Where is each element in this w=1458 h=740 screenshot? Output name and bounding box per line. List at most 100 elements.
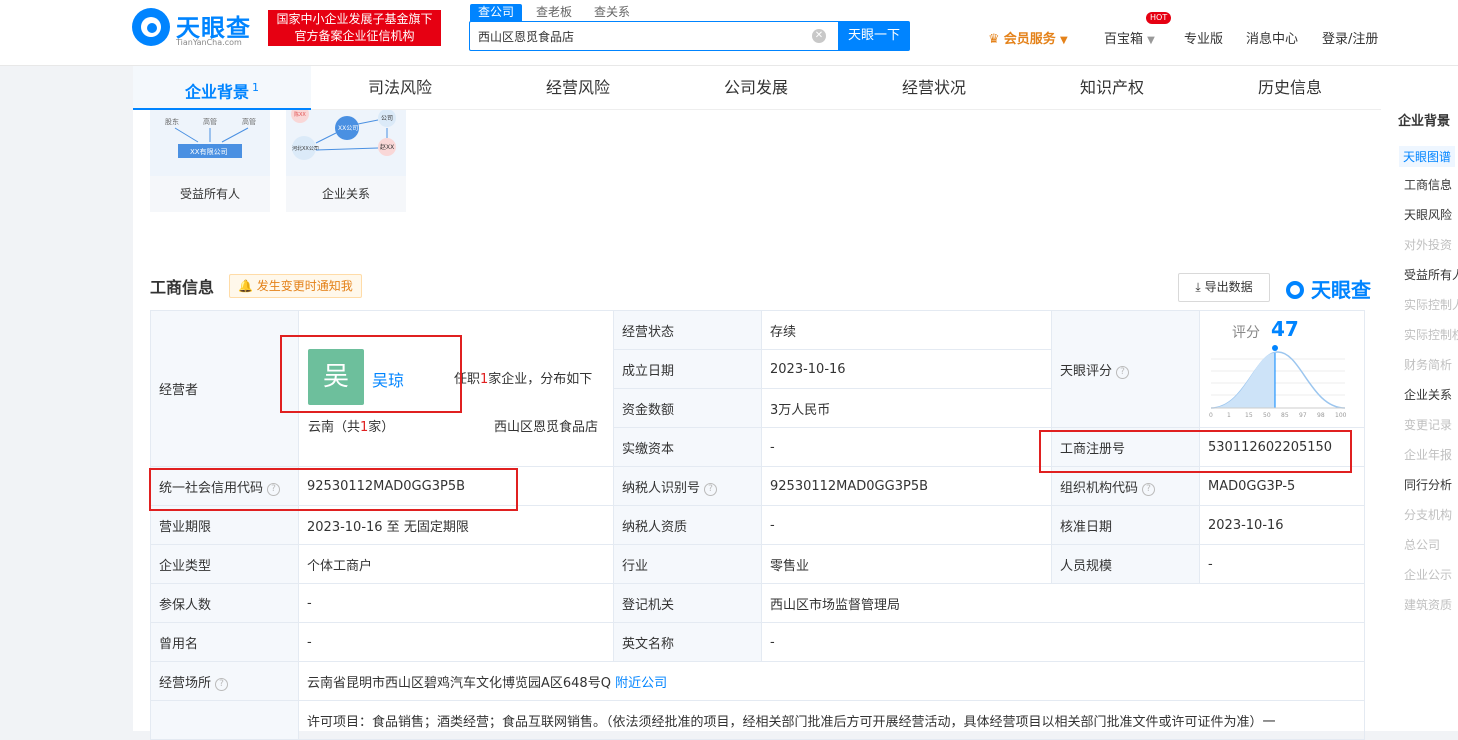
search-tab-boss[interactable]: 查老板 [528,4,580,21]
search-tab-relation[interactable]: 查关系 [586,4,638,21]
score-gauge: 评分 47 0 1 15 50 85 97 98 100 [1195,308,1349,422]
vip-label: 会员服务 [1003,32,1056,47]
search-type-tabs: 查公司 查老板 查关系 [470,4,644,22]
main-content: 企业背景 1 司法风险 经营风险 公司发展 经营状况 知识产权 历史信息 股东 高… [133,66,1381,740]
sidebar-item[interactable]: 财务简析 [1404,356,1452,373]
table-row: 曾用名 - 英文名称 - [150,622,1365,662]
taxqual-key: 纳税人资质 [613,505,762,545]
sidebar-item[interactable]: 分支机构 [1404,506,1452,523]
sidebar-item[interactable]: 对外投资 [1404,236,1452,253]
sidebar-item[interactable]: 总公司 [1404,536,1440,553]
sidebar-item[interactable]: 企业公示 [1404,566,1452,583]
table-row: 许可项目：食品销售；酒类经营；食品互联网销售。（依法须经批准的项目，经相关部门批… [150,700,1365,740]
tab-company-background[interactable]: 企业背景 1 [133,66,311,110]
diagram-text: XX有限公司 [190,147,228,156]
diagram-text: 赵XX [380,143,394,151]
section-tabs: 企业背景 1 司法风险 经营风险 公司发展 经营状况 知识产权 历史信息 [133,66,1381,110]
pro-link[interactable]: 专业版 [1184,28,1223,47]
logo[interactable]: 天眼查 TianYanCha.com [132,8,262,48]
type-value: 个体工商户 [298,544,614,584]
export-button[interactable]: ⤓ 导出数据 [1178,273,1270,302]
sidebar-item[interactable]: 实际控制权 [1404,326,1458,343]
highlight-regno [1039,430,1352,473]
score-key-label: 天眼评分 [1060,363,1113,379]
diagram-text: 公司 [381,115,393,122]
sidebar-item[interactable]: 天眼风险 [1404,206,1452,223]
capital-value: 3万人民币 [761,388,1052,428]
staff-value: - [1199,544,1365,584]
insured-key: 参保人数 [150,583,299,623]
industry-value: 零售业 [761,544,1052,584]
crown-icon: ♛ [988,32,1000,47]
gauge-tick-label: 97 [1299,412,1307,419]
capital-key: 资金数额 [613,388,762,428]
operator-region: 云南（共1家） [308,416,394,435]
toolbox-link[interactable]: 百宝箱 ▼ [1104,28,1155,47]
sidebar-item[interactable]: 建筑资质 [1404,596,1452,613]
slogan-badge: 国家中小企业发展子基金旗下 官方备案企业征信机构 [268,10,441,46]
taxid-value: 92530112MAD0GG3P5B [761,466,1052,506]
tab-label: 企业背景 [184,82,249,102]
card-beneficial-owner[interactable]: 股东 高管 高管 XX有限公司 受益所有人 [150,110,270,212]
login-link[interactable]: 登录/注册 [1322,28,1378,47]
table-row: 营业期限 2023-10-16 至 无固定期限 纳税人资质 - 核准日期 202… [150,505,1365,545]
tab-count: 1 [252,81,259,94]
help-icon[interactable]: ? [1142,482,1156,496]
diagram-text: 河北XX公司 [292,145,319,152]
operator-summary: 任职1家企业，分布如下 [454,368,592,387]
tab-intellectual-property[interactable]: 知识产权 [1023,66,1201,110]
clear-icon[interactable]: ✕ [812,29,826,43]
tab-company-development[interactable]: 公司发展 [667,66,845,110]
formername-value: - [298,622,614,662]
diagram-text: 股东 [165,117,179,126]
gauge-tick-label: 50 [1263,412,1271,419]
approve-value: 2023-10-16 [1199,505,1365,545]
help-icon[interactable]: ? [215,677,229,691]
diagram-text: 陈XX [294,111,306,118]
beneficial-owner-diagram: 股东 高管 高管 XX有限公司 [150,110,270,176]
export-label: 导出数据 [1204,280,1253,294]
operator-company[interactable]: 西山区恩觅食品店 [494,416,598,435]
caret-down-icon: ▼ [1147,35,1155,46]
sidebar-item[interactable]: 实际控制人 [1404,296,1458,313]
sidebar-item[interactable]: 变更记录 [1404,416,1452,433]
card-enterprise-relation[interactable]: 陈XX XX公司 公司 河北XX公司 赵XX 企业关系 [286,110,406,212]
scope-value: 许可项目：食品销售；酒类经营；食品互联网销售。（依法须经批准的项目，经相关部门批… [298,700,1365,740]
help-icon[interactable]: ? [1116,365,1130,379]
address-text: 云南省昆明市西山区碧鸡汽车文化博览园A区648号Q [307,675,611,691]
taxid-key-label: 纳税人识别号 [622,480,701,496]
tab-operation-status[interactable]: 经营状况 [845,66,1023,110]
hot-badge: HOT [1146,12,1172,24]
nearby-companies-link[interactable]: 附近公司 [615,676,667,691]
authority-key: 登记机关 [613,583,762,623]
taxqual-value: - [761,505,1052,545]
sidebar-item[interactable]: 工商信息 [1404,176,1452,193]
help-icon[interactable]: ? [704,482,718,496]
sidebar-item[interactable]: 受益所有人 [1404,266,1458,283]
toolbox-label: 百宝箱 [1104,32,1144,47]
vip-service-link[interactable]: ♛ 会员服务 ▼ [988,28,1068,47]
search-box: ✕ 天眼一下 [469,21,910,51]
term-key: 营业期限 [150,505,299,545]
tab-history[interactable]: 历史信息 [1201,66,1379,110]
gauge-tick-label: 0 [1209,412,1213,419]
formername-key: 曾用名 [150,622,299,662]
messages-link[interactable]: 消息中心 [1246,28,1298,47]
diagram-text: XX公司 [338,125,358,132]
sidebar-item[interactable]: 企业年报 [1404,446,1452,463]
search-tab-company[interactable]: 查公司 [470,4,523,21]
watermark-logo: 天眼查 [1286,274,1371,303]
tab-operation-risk[interactable]: 经营风险 [489,66,667,110]
orgcode-key-label: 组织机构代码 [1060,480,1139,496]
table-row: 经营场所? 云南省昆明市西山区碧鸡汽车文化博览园A区648号Q 附近公司 [150,661,1365,701]
scope-key [150,700,299,740]
founded-key: 成立日期 [613,349,762,389]
search-input[interactable] [470,22,837,50]
tab-judicial-risk[interactable]: 司法风险 [311,66,489,110]
sidebar-item[interactable]: 企业关系 [1404,386,1452,403]
search-button[interactable]: 天眼一下 [838,21,910,51]
notify-button[interactable]: 🔔 发生变更时通知我 [229,274,362,298]
score-key: 天眼评分? [1051,310,1200,428]
sidebar-item[interactable]: 同行分析 [1404,476,1452,493]
sidebar-item[interactable]: 天眼图谱 [1399,146,1456,167]
